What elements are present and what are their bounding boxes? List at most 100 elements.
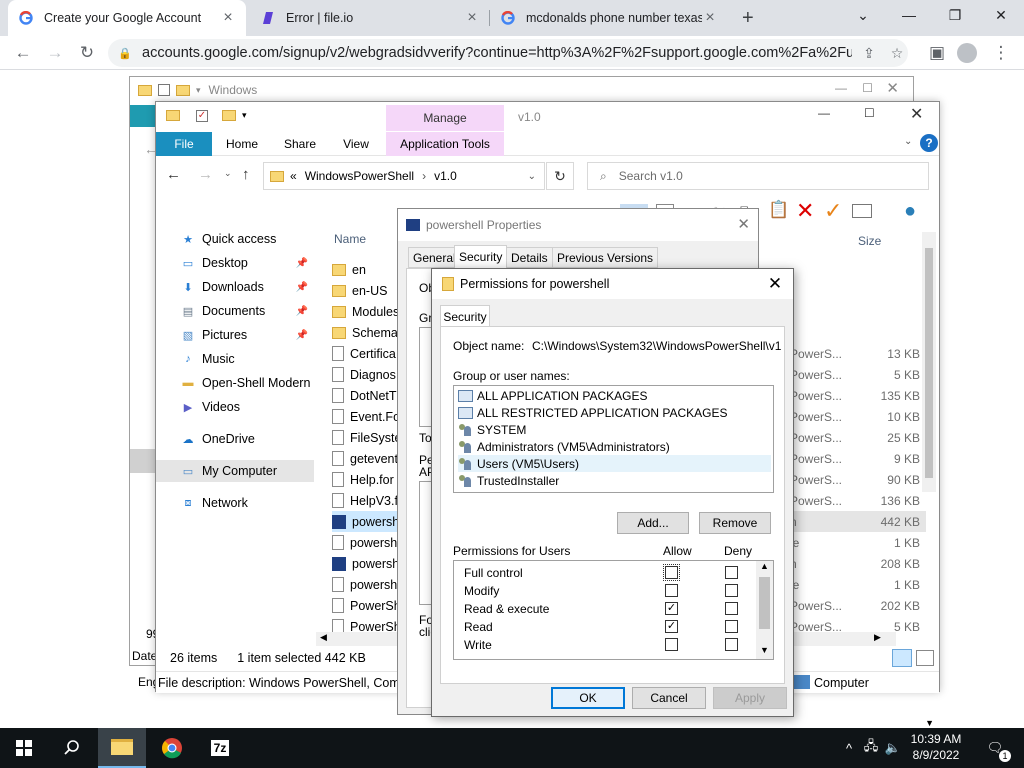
close-button[interactable]: ✕: [886, 79, 899, 97]
nav-item-network[interactable]: ⧈ Network: [156, 492, 314, 514]
address-bar[interactable]: 🔒 accounts.google.com/signup/v2/webgrads…: [108, 39, 908, 67]
scroll-down-icon[interactable]: ▼: [760, 645, 769, 655]
tab-file[interactable]: File: [156, 132, 212, 156]
allow-checkbox[interactable]: [663, 564, 680, 581]
notification-button[interactable]: 🗨 1: [980, 728, 1011, 768]
taskbar-7zip[interactable]: 7z: [196, 728, 244, 768]
chevron-down-icon[interactable]: ⌄: [528, 171, 536, 182]
column-header-size[interactable]: Size: [858, 234, 881, 248]
vertical-scrollbar[interactable]: [922, 232, 936, 492]
nav-item-my-computer[interactable]: ▭ My Computer: [156, 460, 314, 482]
tab-home[interactable]: Home: [214, 132, 270, 156]
close-icon[interactable]: ×: [464, 9, 480, 27]
forward-arrow-icon[interactable]: →: [198, 166, 213, 183]
close-icon[interactable]: ×: [220, 9, 236, 27]
allow-checkbox[interactable]: ✓: [665, 620, 678, 633]
nav-item-downloads[interactable]: ⬇ Downloads 📌: [156, 276, 314, 298]
scroll-thumb[interactable]: [759, 577, 770, 629]
help-icon[interactable]: ?: [920, 134, 938, 152]
group-list-item[interactable]: ALL RESTRICTED APPLICATION PACKAGES: [458, 404, 771, 421]
tab-mcdonalds-search[interactable]: mcdonalds phone number texas ×: [490, 0, 728, 36]
chevron-up-icon[interactable]: ^: [838, 728, 860, 768]
minimize-button[interactable]: —: [835, 81, 847, 95]
breadcrumb[interactable]: « WindowsPowerShell › v1.0 ⌄: [263, 162, 545, 190]
tab-error-fileio[interactable]: Error | file.io ×: [250, 0, 490, 36]
maximize-button[interactable]: ☐: [862, 81, 873, 95]
search-input[interactable]: ⌕ Search v1.0: [587, 162, 929, 190]
group-list-item[interactable]: SYSTEM: [458, 421, 771, 438]
close-icon[interactable]: ×: [702, 9, 718, 27]
scroll-thumb[interactable]: [925, 248, 933, 478]
recent-chevron-icon[interactable]: ⌄: [224, 168, 232, 179]
deny-checkbox[interactable]: [725, 620, 738, 633]
tab-create-google-account[interactable]: Create your Google Account ×: [8, 0, 246, 36]
deny-checkbox[interactable]: [725, 566, 738, 579]
close-button[interactable]: ✕: [761, 271, 789, 297]
manage-tab-group[interactable]: Manage: [386, 105, 504, 131]
tab-application-tools[interactable]: Application Tools: [386, 132, 504, 156]
side-panel-icon[interactable]: ▣: [924, 40, 950, 66]
nav-item-documents[interactable]: ▤ Documents 📌: [156, 300, 314, 322]
allow-checkbox[interactable]: ✓: [665, 602, 678, 615]
properties-icon[interactable]: [852, 204, 872, 218]
nav-item-videos[interactable]: ▶ Videos: [156, 396, 314, 418]
group-list-item[interactable]: Users (VM5\Users): [458, 455, 771, 472]
deny-checkbox[interactable]: [725, 638, 738, 651]
back-arrow-icon[interactable]: ←: [166, 166, 181, 183]
taskbar-file-explorer[interactable]: [98, 728, 146, 768]
back-button[interactable]: ←: [10, 40, 36, 66]
start-button[interactable]: [0, 728, 48, 768]
tab-security[interactable]: Security: [440, 305, 490, 327]
nav-item-quick-access[interactable]: ★ Quick access: [156, 228, 314, 250]
minimize-button[interactable]: —: [886, 0, 932, 30]
clock[interactable]: 10:39 AM 8/9/2022: [904, 731, 968, 763]
scroll-right-icon[interactable]: ▶: [874, 632, 881, 643]
group-list-item[interactable]: TrustedInstaller: [458, 472, 771, 489]
cancel-button[interactable]: Cancel: [632, 687, 706, 709]
apply-button[interactable]: Apply: [713, 687, 787, 709]
close-window-button[interactable]: ✕: [978, 0, 1024, 30]
file-tab-back[interactable]: [130, 105, 156, 127]
add-button[interactable]: Add...: [617, 512, 689, 534]
chevron-down-icon[interactable]: ⌄: [840, 0, 886, 30]
allow-checkbox[interactable]: [665, 584, 678, 597]
ok-button[interactable]: OK: [551, 687, 625, 709]
star-icon[interactable]: ☆: [884, 39, 910, 67]
scroll-left-icon[interactable]: ◀: [320, 632, 327, 643]
large-icons-view-icon[interactable]: [916, 650, 934, 666]
up-arrow-icon[interactable]: ↑: [242, 166, 250, 183]
search-button[interactable]: [48, 728, 96, 768]
group-list-item[interactable]: ALL APPLICATION PACKAGES: [458, 387, 771, 404]
paste-icon[interactable]: 📋: [768, 200, 789, 220]
close-button[interactable]: ✕: [737, 215, 750, 233]
tab-previous-versions[interactable]: Previous Versions: [552, 247, 659, 268]
share-icon[interactable]: ⇪: [856, 39, 882, 67]
minimize-button[interactable]: —: [818, 106, 830, 120]
delete-icon[interactable]: ✕: [796, 198, 814, 224]
volume-icon[interactable]: 🔈: [882, 728, 904, 768]
tab-share[interactable]: Share: [272, 132, 328, 156]
dropdown-icon[interactable]: ▾: [242, 110, 247, 121]
chevron-down-icon[interactable]: ⌄: [904, 136, 912, 147]
group-list-item[interactable]: Administrators (VM5\Administrators): [458, 438, 771, 455]
permissions-dialog[interactable]: Permissions for powershell ✕ Security Ob…: [431, 268, 794, 717]
deny-checkbox[interactable]: [725, 602, 738, 615]
details-view-icon[interactable]: [892, 649, 912, 667]
group-list[interactable]: ALL APPLICATION PACKAGES ALL RESTRICTED A…: [453, 385, 774, 493]
refresh-button[interactable]: ↻: [546, 162, 574, 190]
breadcrumb-item[interactable]: WindowsPowerShell: [305, 169, 414, 183]
permission-scrollbar[interactable]: ▲ ▼: [756, 561, 773, 659]
deny-checkbox[interactable]: [725, 584, 738, 597]
reload-button[interactable]: ↻: [74, 40, 100, 66]
breadcrumb-item[interactable]: v1.0: [434, 169, 457, 183]
network-icon[interactable]: 🖧: [860, 728, 882, 768]
allow-checkbox[interactable]: [665, 638, 678, 651]
scroll-up-icon[interactable]: ▲: [760, 561, 769, 571]
nav-item-onedrive[interactable]: ☁ OneDrive: [156, 428, 314, 450]
nav-item-open-shell-modern[interactable]: ▬ Open-Shell Modern: [156, 372, 314, 394]
checkmark-icon[interactable]: ✓: [824, 198, 842, 224]
tab-details[interactable]: Details: [506, 247, 553, 268]
taskbar-chrome[interactable]: [148, 728, 196, 768]
tab-general[interactable]: General: [408, 247, 461, 268]
maximize-button[interactable]: ☐: [864, 106, 875, 120]
